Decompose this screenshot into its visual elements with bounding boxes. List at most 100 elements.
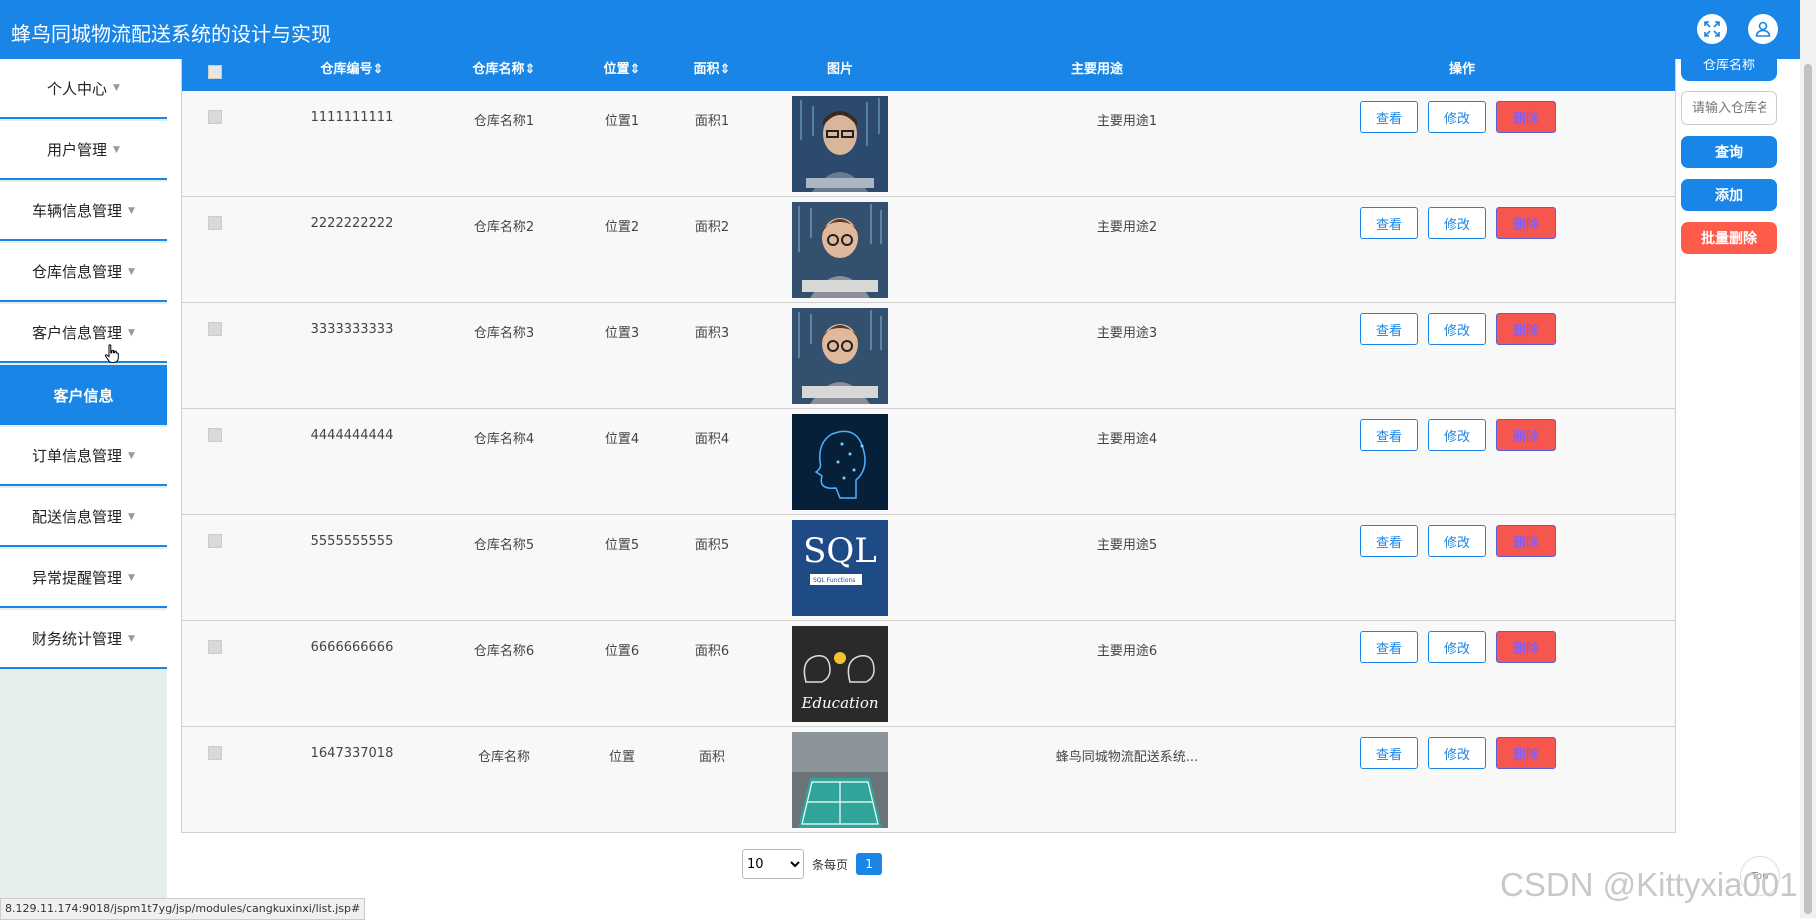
delete-button[interactable]: 删除 [1496, 313, 1556, 345]
column-header-location[interactable]: 位置⇕ [582, 59, 662, 91]
sidebar-item-label: 用户管理 [47, 141, 108, 159]
row-checkbox[interactable] [208, 216, 222, 230]
warehouse-table: 仓库编号⇕ 仓库名称⇕ 位置⇕ 面积⇕ 图片 主要用途 操作 111111111… [181, 59, 1676, 833]
caret-down-icon: ▼ [128, 572, 135, 583]
edit-button[interactable]: 修改 [1428, 101, 1486, 133]
sidebar-item-warehouse-management[interactable]: 仓库信息管理 ▼ [0, 243, 167, 302]
sidebar-item-label: 个人中心 [47, 79, 108, 98]
column-header-name[interactable]: 仓库名称⇕ [439, 59, 569, 91]
view-button[interactable]: 查看 [1360, 419, 1418, 451]
sidebar-item-delivery-management[interactable]: 配送信息管理 ▼ [0, 488, 167, 547]
row-checkbox[interactable] [208, 322, 222, 336]
delete-button[interactable]: 删除 [1496, 525, 1556, 557]
sidebar-item-label: 订单信息管理 [32, 447, 123, 465]
delete-button[interactable]: 删除 [1496, 737, 1556, 769]
query-button[interactable]: 查询 [1681, 136, 1777, 168]
sidebar-item-exception-alert-management[interactable]: 异常提醒管理 ▼ [0, 549, 167, 608]
column-header-area[interactable]: 面积⇕ [672, 59, 752, 91]
delete-button[interactable]: 删除 [1496, 101, 1556, 133]
sort-icon: ⇕ [629, 62, 641, 77]
table-body: 1111111111 仓库名称1 位置1 面积1 主要用途1 查看 修改 删除 22222222… [182, 91, 1675, 832]
cell-code: 6666666666 [310, 640, 394, 655]
caret-down-icon: ▼ [113, 144, 120, 155]
warehouse-image [792, 414, 888, 510]
delete-button[interactable]: 删除 [1496, 419, 1556, 451]
row-actions: 查看 修改 删除 [1360, 419, 1556, 451]
edit-button[interactable]: 修改 [1428, 737, 1486, 769]
row-actions: 查看 修改 删除 [1360, 313, 1556, 345]
row-checkbox[interactable] [208, 534, 222, 548]
edit-button[interactable]: 修改 [1428, 419, 1486, 451]
warehouse-image [792, 96, 888, 192]
row-checkbox[interactable] [208, 640, 222, 654]
edit-button[interactable]: 修改 [1428, 631, 1486, 663]
cell-usage: 主要用途6 [1096, 644, 1158, 659]
cell-code: 2222222222 [310, 216, 394, 231]
cell-location: 位置6 [604, 644, 640, 659]
cell-area: 面积1 [694, 114, 730, 129]
table-row: 1647337018 仓库名称 位置 面积 蜂鸟同城物流配送系统... 查看 修改 删除 [182, 727, 1675, 832]
cell-usage: 主要用途2 [1096, 220, 1158, 235]
sidebar-item-label: 客户信息 [53, 386, 114, 405]
sidebar-item-vehicle-management[interactable]: 车辆信息管理 ▼ [0, 182, 167, 241]
sidebar-item-finance-statistics[interactable]: 财务统计管理 ▼ [0, 610, 167, 669]
cell-name: 仓库名称4 [473, 432, 535, 447]
status-bar-url: 8.129.11.174:9018/jspm1t7yg/jsp/modules/… [0, 898, 366, 920]
caret-down-icon: ▼ [128, 450, 135, 461]
cell-code: 5555555555 [310, 534, 394, 549]
per-page-label: 条每页 [812, 857, 849, 872]
sidebar-item-label: 客户信息管理 [32, 324, 123, 342]
view-button[interactable]: 查看 [1360, 631, 1418, 663]
page-size-select[interactable]: 10 [742, 849, 804, 879]
add-button[interactable]: 添加 [1681, 179, 1777, 211]
cell-location: 位置3 [604, 326, 640, 341]
sidebar-item-label: 仓库信息管理 [32, 263, 123, 281]
sidebar-item-user-management[interactable]: 用户管理 ▼ [0, 121, 167, 180]
fullscreen-button[interactable] [1697, 14, 1727, 44]
cell-code: 1647337018 [310, 746, 394, 761]
svg-text:Education: Education [800, 694, 878, 712]
select-all-checkbox[interactable] [208, 65, 222, 79]
sidebar-item-label: 配送信息管理 [32, 508, 123, 526]
delete-button[interactable]: 删除 [1496, 631, 1556, 663]
scrollbar-thumb[interactable] [1804, 64, 1812, 914]
sidebar-item-order-management[interactable]: 订单信息管理 ▼ [0, 427, 167, 486]
sidebar-item-customer-management[interactable]: 客户信息管理 ▼ [0, 304, 167, 363]
view-button[interactable]: 查看 [1360, 525, 1418, 557]
sidebar: 个人中心 ▼ 用户管理 ▼ 车辆信息管理 ▼ 仓库信息管理 ▼ 客户信息管理 ▼… [0, 59, 167, 918]
sidebar-item-label: 财务统计管理 [32, 630, 123, 648]
column-header-code[interactable]: 仓库编号⇕ [282, 59, 422, 91]
row-actions: 查看 修改 删除 [1360, 525, 1556, 557]
table-row: 6666666666 仓库名称6 位置6 面积6 Education 主要用途6 查看 修改删… [182, 621, 1675, 727]
delete-button[interactable]: 删除 [1496, 207, 1556, 239]
sidebar-subitem-customer-info[interactable]: 客户信息 [0, 365, 167, 425]
view-button[interactable]: 查看 [1360, 737, 1418, 769]
row-checkbox[interactable] [208, 746, 222, 760]
top-header: 蜂鸟同城物流配送系统的设计与实现 [0, 0, 1800, 59]
warehouse-image: SQL SQL Functions [792, 520, 888, 616]
user-icon [1755, 21, 1771, 37]
row-actions: 查看 修改 删除 [1360, 737, 1556, 769]
vertical-scrollbar[interactable] [1800, 0, 1816, 918]
view-button[interactable]: 查看 [1360, 313, 1418, 345]
sort-icon: ⇕ [719, 62, 731, 77]
warehouse-image [792, 308, 888, 404]
row-checkbox[interactable] [208, 428, 222, 442]
cell-area: 面积5 [694, 538, 730, 553]
warehouse-image: Education [792, 626, 888, 722]
cell-location: 位置4 [604, 432, 640, 447]
view-button[interactable]: 查看 [1360, 207, 1418, 239]
edit-button[interactable]: 修改 [1428, 207, 1486, 239]
view-button[interactable]: 查看 [1360, 101, 1418, 133]
user-menu-button[interactable] [1748, 14, 1778, 44]
batch-delete-button[interactable]: 批量删除 [1681, 222, 1777, 254]
page-button-current[interactable]: 1 [856, 853, 883, 875]
cell-name: 仓库名称2 [473, 220, 535, 235]
row-actions: 查看 修改 删除 [1360, 101, 1556, 133]
cell-usage: 主要用途4 [1096, 432, 1158, 447]
row-checkbox[interactable] [208, 110, 222, 124]
edit-button[interactable]: 修改 [1428, 525, 1486, 557]
sidebar-item-personal-center[interactable]: 个人中心 ▼ [0, 59, 167, 119]
edit-button[interactable]: 修改 [1428, 313, 1486, 345]
warehouse-name-search-input[interactable] [1681, 91, 1777, 125]
